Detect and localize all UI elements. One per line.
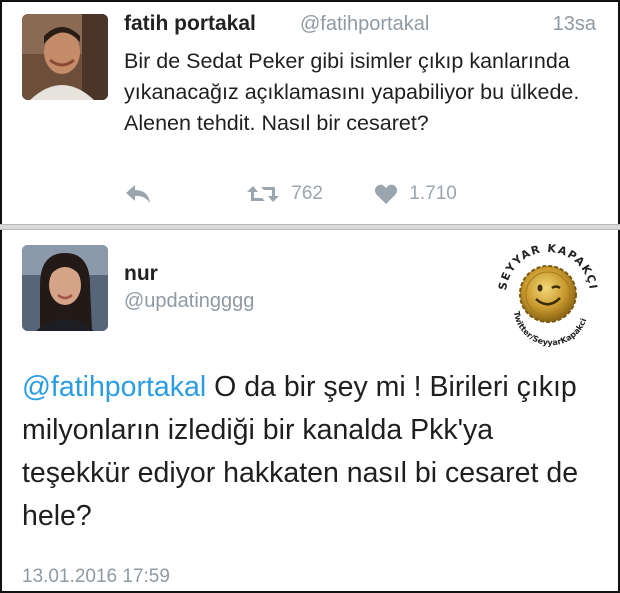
tweet2-text: @fatihportakal O da bir şey mi ! Biriler… <box>22 366 602 538</box>
like-count: 1.710 <box>409 183 457 204</box>
heart-icon <box>374 184 398 204</box>
avatar-fatih-portakal[interactable] <box>22 14 108 100</box>
tweet2-datetime[interactable]: 13.01.2016 17:59 <box>22 566 170 588</box>
seyyar-kapakci-logo: SEYYAR KAPAKÇI Twitter/SeyyarKapakci <box>488 232 608 352</box>
tweet2-author-name[interactable]: nur <box>124 262 158 286</box>
tweet1-author-handle[interactable]: @fatihportakal <box>300 13 429 36</box>
retweet-button[interactable]: 762 <box>246 183 323 209</box>
mention-link[interactable]: @fatihportakal <box>22 371 206 403</box>
tweet1-text: Bir de Sedat Peker gibi isimler çıkıp ka… <box>124 49 580 135</box>
tweet1-timestamp[interactable]: 13sa <box>553 13 596 36</box>
tweet-divider <box>0 224 620 230</box>
reply-button[interactable] <box>124 183 152 209</box>
retweet-icon <box>247 186 279 202</box>
like-button[interactable]: 1.710 <box>374 183 457 209</box>
retweet-count: 762 <box>291 183 323 204</box>
tweet2-author-handle[interactable]: @updatingggg <box>124 290 254 313</box>
reply-icon <box>126 185 150 203</box>
avatar-nur[interactable] <box>22 245 108 331</box>
tweet1-author-name[interactable]: fatih portakal <box>124 12 256 36</box>
